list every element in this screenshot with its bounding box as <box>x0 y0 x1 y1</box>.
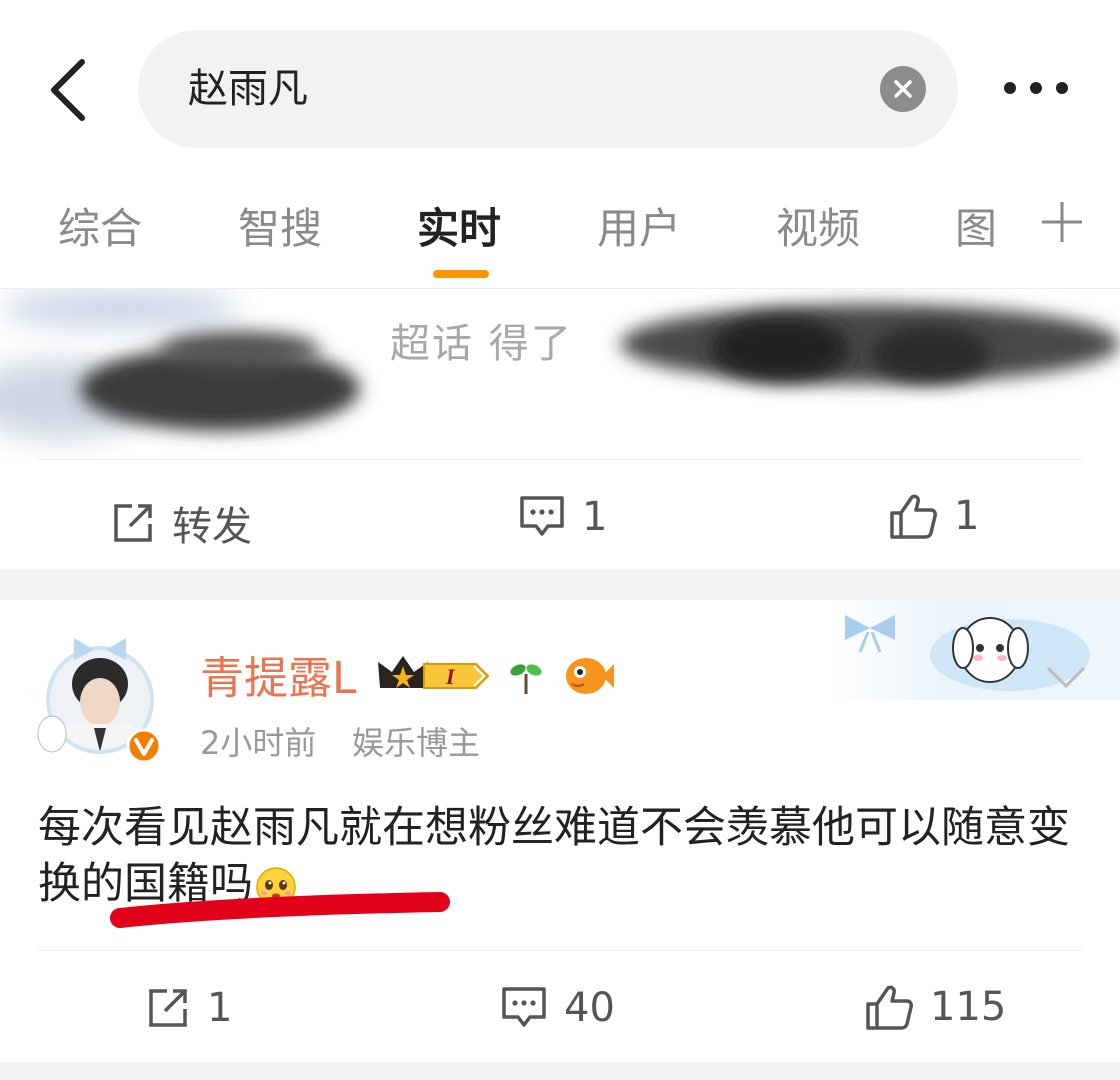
search-input[interactable]: 赵雨凡 <box>138 30 958 148</box>
comment-icon <box>502 987 546 1027</box>
clear-icon <box>894 80 912 98</box>
tab-realtime[interactable]: 实时 <box>417 195 501 256</box>
crown-icon <box>378 656 428 688</box>
bottom-gap <box>0 1062 1120 1080</box>
search-header: 赵雨凡 <box>0 0 1120 175</box>
repost-icon <box>149 989 187 1027</box>
tab-bar: 综合 智搜 实时 用户 视频 图 <box>0 175 1120 289</box>
post-card-2[interactable]: 青提露L I 2小时前 娱乐博主 每次看见赵雨凡就在想粉丝难道不会羡慕他可以随意… <box>0 600 1120 1062</box>
dropdown-chevron-icon <box>1046 666 1086 689</box>
tab-smart-search[interactable]: 智搜 <box>238 195 322 256</box>
back-button[interactable] <box>40 50 100 130</box>
user-badges: I <box>376 652 616 698</box>
comment-button[interactable]: 40 <box>500 985 615 1031</box>
annotation-underline <box>110 892 450 928</box>
tab-users[interactable]: 用户 <box>597 195 681 256</box>
comment-count: 40 <box>564 985 615 1031</box>
avatar[interactable] <box>34 624 166 770</box>
card-divider <box>38 950 1082 951</box>
repost-label: 转发 <box>172 504 252 550</box>
post-card-1[interactable]: 超话 得了 转发 1 1 <box>0 289 1120 569</box>
post-time: 2小时前 <box>200 724 317 762</box>
post-menu-button[interactable] <box>1044 662 1088 692</box>
blurred-post-text: 超话 得了 <box>390 321 573 367</box>
like-icon <box>890 494 937 539</box>
card-divider <box>38 459 1082 460</box>
repost-button[interactable]: 1 <box>145 985 232 1031</box>
fish-icon <box>566 658 614 694</box>
like-count: 115 <box>930 984 1007 1030</box>
repost-icon <box>114 504 152 542</box>
comment-count: 1 <box>582 494 608 540</box>
like-button[interactable]: 1 <box>888 491 979 541</box>
tab-video[interactable]: 视频 <box>776 195 860 256</box>
tab-images[interactable]: 图 <box>955 195 997 256</box>
sprout-icon <box>510 664 542 694</box>
comment-icon <box>520 496 564 536</box>
svg-text:I: I <box>445 664 456 689</box>
comment-button[interactable]: 1 <box>518 494 607 540</box>
search-query[interactable]: 赵雨凡 <box>188 30 308 148</box>
like-icon <box>866 985 913 1030</box>
plus-icon <box>1042 202 1082 242</box>
level-badge: I <box>423 663 490 689</box>
clear-button[interactable] <box>880 66 926 112</box>
like-button[interactable]: 115 <box>864 982 1006 1032</box>
user-role: 娱乐博主 <box>352 724 481 762</box>
active-tab-indicator <box>433 270 489 278</box>
add-tab-button[interactable] <box>1040 200 1084 244</box>
more-button[interactable] <box>998 60 1074 116</box>
back-arrow-icon <box>51 59 85 121</box>
like-count: 1 <box>954 493 980 539</box>
username[interactable]: 青提露L <box>200 642 357 706</box>
repost-button[interactable]: 转发 <box>110 494 252 552</box>
repost-count: 1 <box>207 985 233 1031</box>
tab-comprehensive[interactable]: 综合 <box>58 195 142 256</box>
blurred-content: 超话 得了 <box>0 289 1120 459</box>
verified-icon <box>126 728 162 764</box>
more-icon <box>1004 82 1068 94</box>
